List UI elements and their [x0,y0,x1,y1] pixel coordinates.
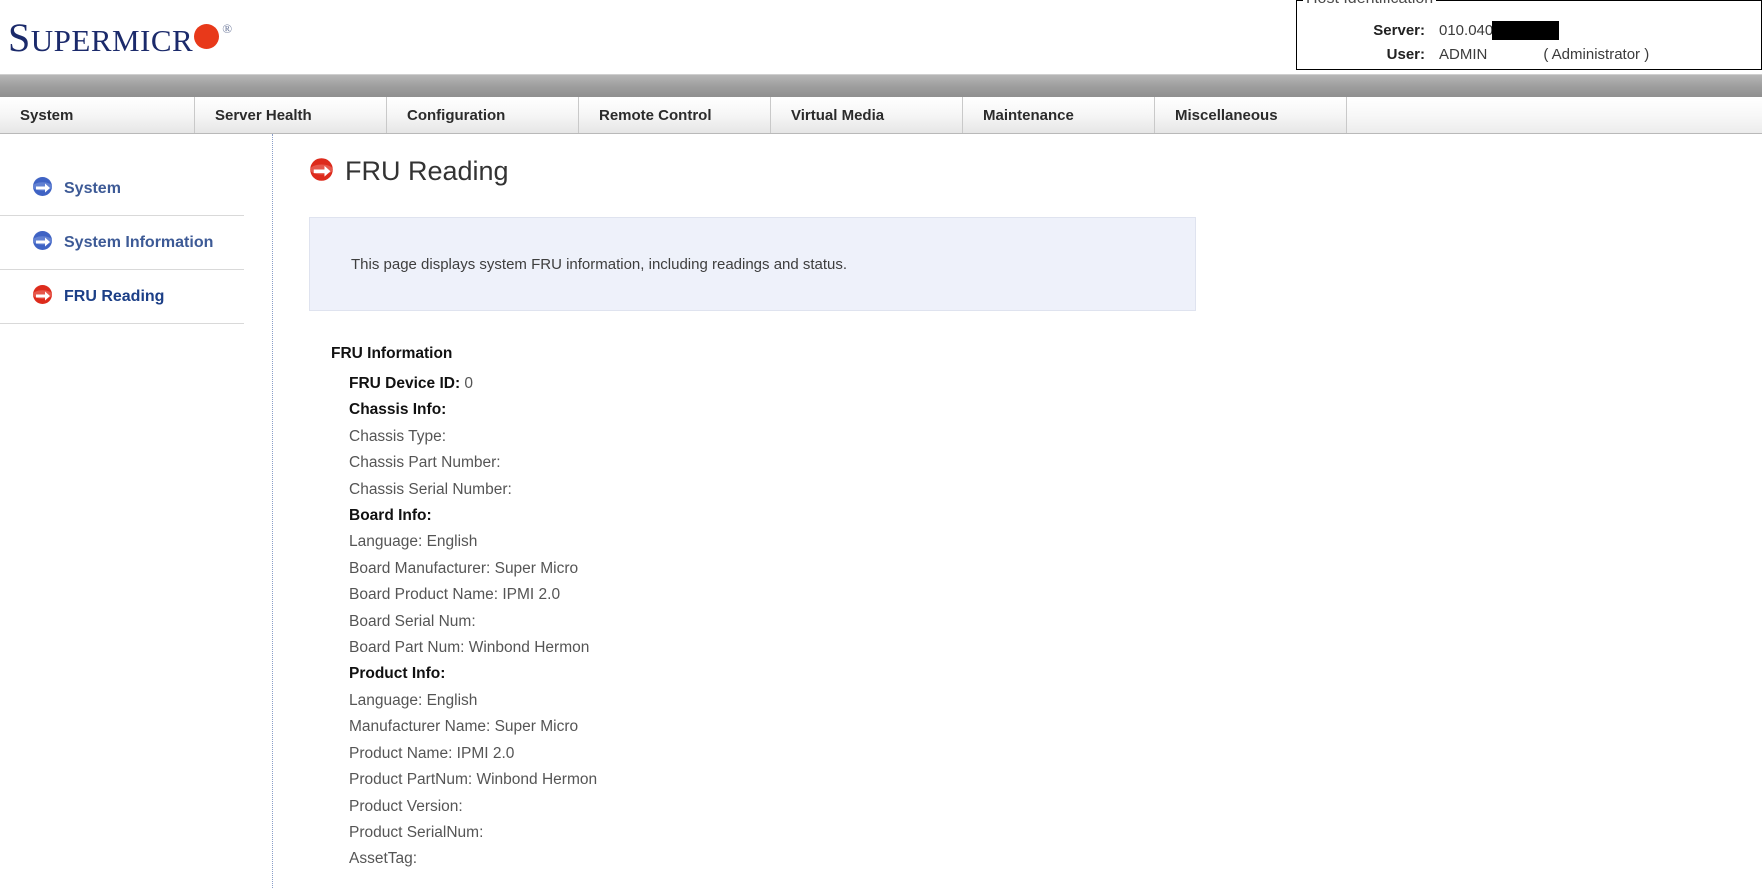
tab-miscellaneous[interactable]: Miscellaneous [1155,97,1347,133]
nav-top-strip [0,74,1762,97]
red-circle-arrow-icon [309,157,334,187]
fru-row: Manufacturer Name: Super Micro [349,718,579,736]
fru-information-block: FRU Information FRU Device ID: 0 Chassis … [309,345,1762,873]
fru-row: Language: English [349,533,478,551]
fru-row: Chassis Info: [349,401,447,419]
page-header: SUPERMICR ® Host Identification Server: … [0,0,1762,74]
registered-trademark-icon: ® [222,21,233,36]
host-user-row: User: ADMIN ( Administrator ) [1297,42,1761,66]
fru-row: Product Name: IPMI 2.0 [349,744,515,762]
fru-rows: FRU Device ID: 0 Chassis Info: Chassis Typ… [331,371,1762,873]
blue-circle-arrow-icon [32,176,53,202]
fru-row: Product Version: [349,797,463,815]
sidebar-item-label: System Information [64,233,214,251]
fru-row: Product PartNum: Winbond Hermon [349,771,598,789]
fru-row: AssetTag: [349,850,418,868]
host-identification-legend: Host Identification [1303,0,1437,8]
fru-row: Product Info: [349,665,446,683]
logo-wordmark: SUPERMICR [8,14,193,61]
sidebar-item-system[interactable]: System [0,162,244,216]
fru-information-heading: FRU Information [331,345,453,362]
nav-filler [1347,97,1762,133]
fru-row-value: 0 [464,375,474,392]
fru-row: Chassis Serial Number: [349,480,512,498]
fru-row: Board Part Num: Winbond Hermon [349,639,590,657]
main-nav-tabs: System Server Health Configuration Remot… [0,97,1762,134]
redaction-bar [1492,20,1560,40]
info-box: This page displays system FRU informatio… [309,217,1196,311]
sidebar-item-system-information[interactable]: System Information [0,216,244,270]
logo-initial: S [8,15,31,60]
page-title-row: FRU Reading [309,156,1762,187]
supermicro-logo: SUPERMICR ® [8,14,232,61]
fru-row: Board Manufacturer: Super Micro [349,559,579,577]
fru-row: Chassis Type: [349,427,447,445]
tab-configuration[interactable]: Configuration [387,97,579,133]
sidebar-item-fru-reading[interactable]: FRU Reading [0,270,244,324]
tab-virtual-media[interactable]: Virtual Media [771,97,963,133]
host-user-role: ( Administrator ) [1543,45,1650,63]
host-user-label: User: [1386,45,1425,63]
fru-row: Board Info: [349,507,432,525]
logo-rest: UPERMICR [30,23,194,58]
fru-row-label: FRU Device ID: [349,375,465,392]
fru-row: Language: English [349,691,478,709]
tab-remote-control[interactable]: Remote Control [579,97,771,133]
host-identification-rows: Server: 010.040 User: ADMIN ( Administra… [1297,1,1761,66]
host-server-label: Server: [1373,21,1425,39]
host-server-row: Server: 010.040 [1297,18,1761,42]
tab-maintenance[interactable]: Maintenance [963,97,1155,133]
sidebar-item-label: System [64,179,121,197]
fru-row: FRU Device ID: 0 [349,371,1762,397]
info-box-text: This page displays system FRU informatio… [351,255,848,273]
red-circle-arrow-icon [32,284,53,310]
logo-red-dot-icon [194,24,220,49]
tab-system[interactable]: System [0,97,195,133]
tab-server-health[interactable]: Server Health [195,97,387,133]
blue-circle-arrow-icon [32,230,53,256]
main-content: FRU Reading This page displays system FR… [273,134,1762,888]
fru-row: Product SerialNum: [349,823,484,841]
sidebar: System System Information FRU Reading [0,134,273,888]
page-title: FRU Reading [345,156,509,186]
host-user-value: ADMIN [1439,45,1488,63]
host-server-value: 010.040 [1439,21,1494,39]
page-body: System System Information FRU Reading FR… [0,134,1762,888]
sidebar-item-label: FRU Reading [64,287,165,305]
fru-row: Board Product Name: IPMI 2.0 [349,586,561,604]
host-identification-box: Host Identification Server: 010.040 User… [1296,0,1762,70]
fru-row: Chassis Part Number: [349,454,501,472]
fru-row: Board Serial Num: [349,612,476,630]
